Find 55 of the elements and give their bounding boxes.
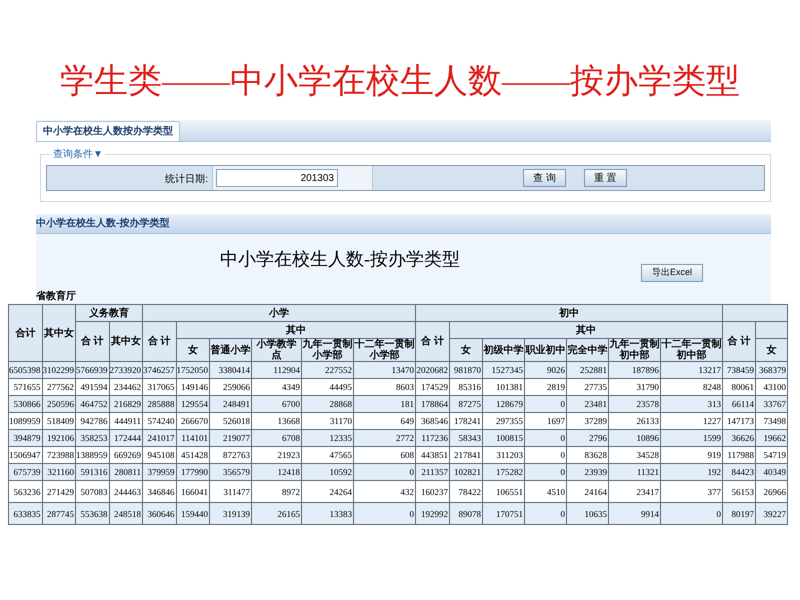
table-cell: 0 — [524, 502, 566, 524]
date-field[interactable]: 201303 — [216, 169, 338, 187]
header-cell: 义务教育 — [76, 304, 142, 322]
header-cell: 其中 — [176, 322, 416, 338]
header-cell: 女 — [450, 338, 482, 362]
header-cell: 完全中学 — [566, 338, 608, 362]
table-cell: 26165 — [252, 502, 302, 524]
header-cell: 合 计 — [76, 322, 109, 362]
section-title: 中小学在校生人数-按办学类型 — [36, 216, 170, 231]
table-cell: 9914 — [608, 502, 660, 524]
table-cell: 39227 — [756, 502, 788, 524]
table-cell: 248518 — [109, 502, 142, 524]
page-tab[interactable]: 中小学在校生人数按办学类型 — [36, 121, 180, 141]
date-label: 统计日期: — [165, 174, 208, 185]
table-cell: 360646 — [142, 502, 176, 524]
header-cell: 合 计 — [142, 322, 176, 362]
header-cell: 小学 — [142, 304, 416, 322]
header-cell: 其中女 — [109, 322, 142, 362]
slide-title: 学生类——中小学在校生人数——按办学类型 — [59, 62, 741, 102]
export-button[interactable]: 导出Excel — [641, 264, 704, 282]
table-cell: 89078 — [450, 502, 482, 524]
header-cell: 合 计 — [722, 322, 756, 362]
unit-label: 省教育厅 — [36, 289, 76, 304]
header-cell: 普通小学 — [210, 338, 252, 362]
header-cell: 其中女 — [42, 304, 76, 362]
table-cell: 159440 — [176, 502, 210, 524]
table-cell: 287745 — [42, 502, 76, 524]
header-cell: 小学教学点 — [252, 338, 302, 362]
table-cell: 0 — [660, 502, 722, 524]
table-cell: 13383 — [302, 502, 354, 524]
header-cell: 其中 — [450, 322, 722, 338]
table-cell: 192992 — [416, 502, 450, 524]
table-cell: 553638 — [76, 502, 109, 524]
header-cell: 合计 — [8, 304, 42, 362]
header-cell: 十二年一贯制初中部 — [660, 338, 722, 362]
table-cell: 0 — [354, 502, 416, 524]
report-title: 中小学在校生人数-按办学类型 — [220, 248, 460, 271]
table-cell: 319139 — [210, 502, 252, 524]
header-cell: 初级中学 — [482, 338, 524, 362]
header-cell: 职业初中 — [524, 338, 566, 362]
header-cell: 女 — [756, 338, 788, 362]
header-cell: 合 计 — [416, 322, 450, 362]
header-cell: 九年一贯制初中部 — [608, 338, 660, 362]
header-cell: 女 — [176, 338, 210, 362]
header-cell — [722, 304, 788, 322]
table-cell: 170751 — [482, 502, 524, 524]
query-button[interactable]: 查 询 — [523, 169, 566, 187]
query-button[interactable]: 重 置 — [584, 169, 627, 187]
table-cell: 10635 — [566, 502, 608, 524]
header-cell: 十二年一贯制小学部 — [354, 338, 416, 362]
table-cell: 633835 — [8, 502, 42, 524]
header-cell — [756, 322, 788, 338]
table-cell: 80197 — [722, 502, 756, 524]
header-cell: 九年一贯制小学部 — [302, 338, 354, 362]
header-cell: 初中 — [416, 304, 722, 322]
